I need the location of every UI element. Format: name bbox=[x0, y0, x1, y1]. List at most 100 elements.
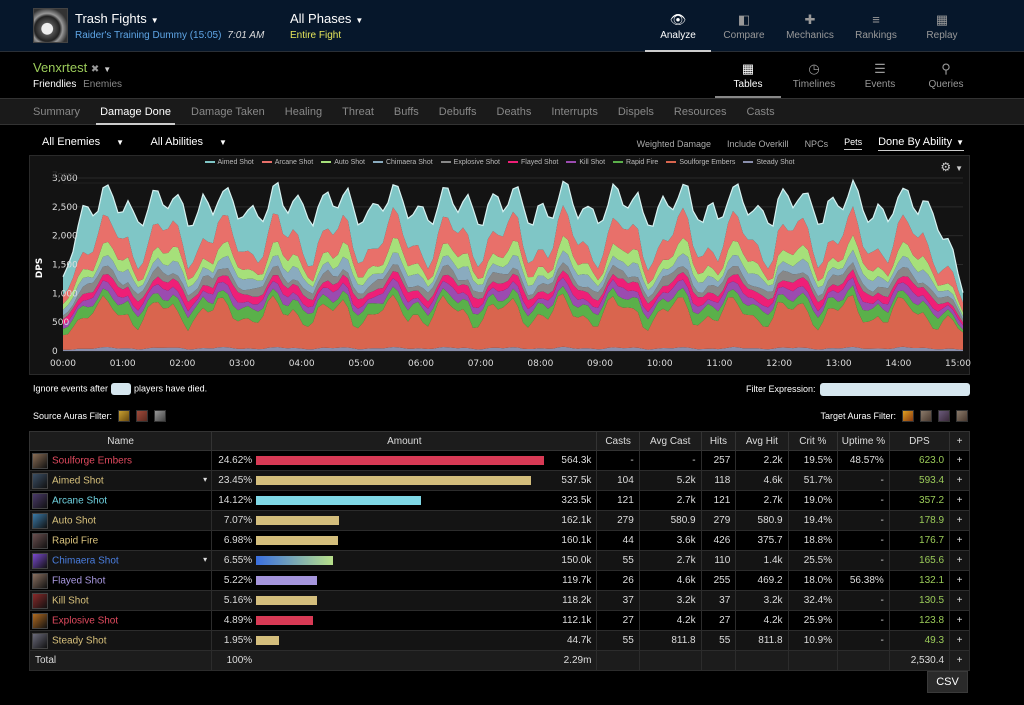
table-row[interactable]: Aimed Shot ▾ 23.45% 537.5k 104 5.2k 118 4.6k 51.… bbox=[28, 470, 970, 491]
ability-name[interactable]: Soulforge Embers bbox=[52, 455, 132, 466]
ability-name-cell[interactable]: Chimaera Shot ▾ bbox=[28, 550, 213, 571]
aura-icon[interactable] bbox=[938, 410, 950, 422]
col-dps[interactable]: DPS bbox=[888, 431, 951, 451]
expand-caret-icon[interactable]: ▾ bbox=[203, 475, 207, 484]
legend-item[interactable]: Soulforge Embers bbox=[666, 159, 735, 166]
legend-item[interactable]: Steady Shot bbox=[743, 159, 795, 166]
add-button[interactable]: + bbox=[949, 530, 970, 551]
ability-name[interactable]: Arcane Shot bbox=[52, 495, 107, 506]
col-casts[interactable]: Casts bbox=[596, 431, 640, 451]
table-row[interactable]: Rapid Fire 6.98% 160.1k 44 3.6k 426 375.7 18.8%… bbox=[28, 530, 970, 551]
col-amount[interactable]: Amount bbox=[211, 431, 598, 451]
view-queries[interactable]: ⚲ Queries bbox=[913, 53, 979, 98]
aura-icon[interactable] bbox=[118, 410, 131, 422]
tab-threat[interactable]: Threat bbox=[342, 99, 374, 124]
table-row[interactable]: Flayed Shot 5.22% 119.7k 26 4.6k 255 469.2 18.0… bbox=[28, 570, 970, 591]
filter-expression-input[interactable] bbox=[819, 383, 970, 396]
csv-button[interactable]: CSV bbox=[927, 671, 968, 693]
view-tables[interactable]: ▦ Tables bbox=[715, 53, 781, 98]
ability-name-cell[interactable]: Auto Shot bbox=[28, 510, 213, 531]
col-uptime[interactable]: Uptime % bbox=[837, 431, 890, 451]
add-button[interactable]: + bbox=[949, 570, 970, 591]
table-row[interactable]: Kill Shot 5.16% 118.2k 37 3.2k 37 3.2k 32.4% -13… bbox=[28, 590, 970, 611]
ability-name[interactable]: Flayed Shot bbox=[52, 575, 105, 586]
view-events[interactable]: ☰ Events bbox=[847, 53, 913, 98]
ability-name-cell[interactable]: Flayed Shot bbox=[28, 570, 213, 591]
tab-healing[interactable]: Healing bbox=[285, 99, 322, 124]
col-add[interactable]: + bbox=[949, 431, 970, 451]
ability-name[interactable]: Steady Shot bbox=[52, 635, 106, 646]
table-row[interactable]: Auto Shot 7.07% 162.1k 279 580.9 279 580.9 19.4… bbox=[28, 510, 970, 531]
tab-summary[interactable]: Summary bbox=[33, 99, 80, 124]
ability-name-cell[interactable]: Steady Shot bbox=[28, 630, 213, 651]
tab-buffs[interactable]: Buffs bbox=[394, 99, 419, 124]
aura-icon[interactable] bbox=[956, 410, 968, 422]
aura-icon[interactable] bbox=[920, 410, 932, 422]
legend-item[interactable]: Aimed Shot bbox=[204, 159, 254, 166]
table-row[interactable]: Explosive Shot 4.89% 112.1k 27 4.2k 27 4.2k 25.… bbox=[28, 610, 970, 631]
abilities-dropdown[interactable]: All Abilities ▼ bbox=[150, 136, 239, 148]
table-row[interactable]: Soulforge Embers 24.62% 564.3k - -257 2.2k 19.… bbox=[28, 450, 970, 471]
add-button[interactable]: + bbox=[949, 550, 970, 571]
nav-analyze[interactable]: 👁 Analyze bbox=[645, 0, 711, 52]
add-button[interactable]: + bbox=[949, 590, 970, 611]
col-avg-hit[interactable]: Avg Hit bbox=[735, 431, 789, 451]
tab-dispels[interactable]: Dispels bbox=[618, 99, 654, 124]
add-button[interactable]: + bbox=[949, 470, 970, 491]
weighted-damage-toggle[interactable]: Weighted Damage bbox=[637, 139, 711, 149]
col-hits[interactable]: Hits bbox=[700, 431, 737, 451]
add-button[interactable]: + bbox=[949, 630, 970, 651]
tab-damage-done[interactable]: Damage Done bbox=[96, 99, 175, 125]
nav-replay[interactable]: ▦ Replay bbox=[909, 0, 975, 52]
ability-name[interactable]: Chimaera Shot bbox=[52, 555, 119, 566]
col-crit[interactable]: Crit % bbox=[787, 431, 839, 451]
tab-damage-taken[interactable]: Damage Taken bbox=[191, 99, 265, 124]
add-button[interactable]: + bbox=[949, 610, 970, 631]
include-overkill-toggle[interactable]: Include Overkill bbox=[727, 139, 789, 149]
legend-item[interactable]: Arcane Shot bbox=[261, 159, 313, 166]
ability-name-cell[interactable]: Soulforge Embers bbox=[28, 450, 213, 471]
table-row[interactable]: Chimaera Shot ▾ 6.55% 150.0k 55 2.7k 110 1.4k 25… bbox=[28, 550, 970, 571]
tab-debuffs[interactable]: Debuffs bbox=[439, 99, 477, 124]
dps-chart[interactable]: 0 500 1,000 1,500 2,000 2,500 3,000 00:00 01:00 0… bbox=[29, 155, 971, 375]
ability-name-cell[interactable]: Kill Shot bbox=[28, 590, 213, 611]
legend-item[interactable]: Explosive Shot bbox=[440, 159, 500, 166]
tab-deaths[interactable]: Deaths bbox=[497, 99, 532, 124]
ability-name[interactable]: Explosive Shot bbox=[52, 615, 118, 626]
nav-mechanics[interactable]: ✚ Mechanics bbox=[777, 0, 843, 52]
add-button[interactable]: + bbox=[949, 490, 970, 511]
nav-rankings[interactable]: ≡ Rankings bbox=[843, 0, 909, 52]
fight-subtitle[interactable]: Raider's Training Dummy (15:05) 7:01 AM bbox=[75, 30, 264, 41]
legend-item[interactable]: Auto Shot bbox=[321, 159, 365, 166]
ability-name[interactable]: Kill Shot bbox=[52, 595, 89, 606]
add-button[interactable]: + bbox=[949, 450, 970, 471]
legend-item[interactable]: Kill Shot bbox=[566, 159, 605, 166]
gear-icon[interactable]: ⚙ ▼ bbox=[940, 160, 963, 174]
aura-icon[interactable] bbox=[136, 410, 149, 422]
legend-item[interactable]: Flayed Shot bbox=[507, 159, 558, 166]
expand-caret-icon[interactable]: ▾ bbox=[203, 555, 207, 564]
ability-name[interactable]: Rapid Fire bbox=[52, 535, 98, 546]
col-name[interactable]: Name bbox=[28, 431, 213, 451]
tab-interrupts[interactable]: Interrupts bbox=[551, 99, 597, 124]
table-row[interactable]: Arcane Shot 14.12% 323.5k 121 2.7k 121 2.7k 19.… bbox=[28, 490, 970, 511]
add-button[interactable]: + bbox=[949, 510, 970, 531]
pets-toggle[interactable]: Pets bbox=[844, 137, 863, 150]
legend-item[interactable]: Chimaera Shot bbox=[372, 159, 433, 166]
ability-name[interactable]: Auto Shot bbox=[52, 515, 96, 526]
tab-resources[interactable]: Resources bbox=[674, 99, 727, 124]
fight-selector[interactable]: Trash Fights ▼ bbox=[75, 11, 159, 26]
table-row[interactable]: Steady Shot 1.95% 44.7k 55 811.8 55 811.8 10.9%… bbox=[28, 630, 970, 651]
col-avg-cast[interactable]: Avg Cast bbox=[638, 431, 702, 451]
aura-icon[interactable] bbox=[154, 410, 167, 422]
done-by-dropdown[interactable]: Done By Ability ▼ bbox=[878, 136, 964, 151]
tab-friendlies[interactable]: Friendlies bbox=[33, 79, 76, 90]
ability-name-cell[interactable]: Rapid Fire bbox=[28, 530, 213, 551]
aura-icon[interactable] bbox=[902, 410, 914, 422]
phase-selector[interactable]: All Phases ▼ bbox=[290, 11, 363, 26]
npcs-toggle[interactable]: NPCs bbox=[805, 139, 829, 149]
nav-compare[interactable]: ◧ Compare bbox=[711, 0, 777, 52]
legend-item[interactable]: Rapid Fire bbox=[613, 159, 658, 166]
tab-casts[interactable]: Casts bbox=[746, 99, 774, 124]
view-timelines[interactable]: ◷ Timelines bbox=[781, 53, 847, 98]
